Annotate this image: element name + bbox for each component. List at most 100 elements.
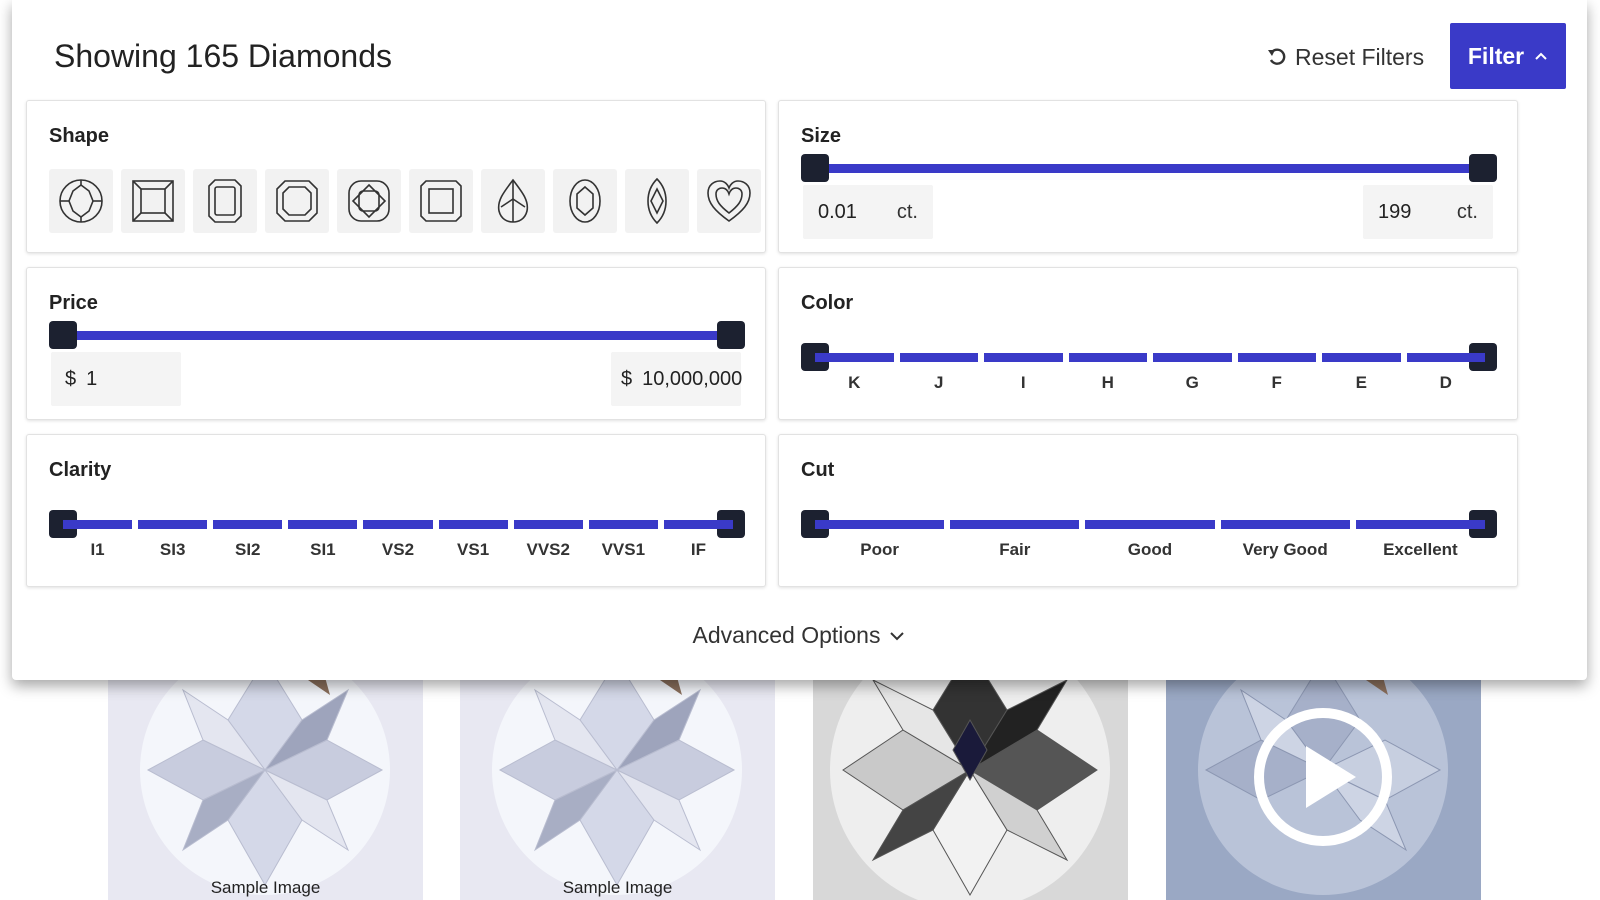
shape-title: Shape: [49, 125, 110, 147]
diamond-image: [830, 650, 1110, 900]
price-min-handle[interactable]: [49, 321, 77, 349]
size-slider-track[interactable]: [815, 164, 1485, 173]
clarity-segment[interactable]: [138, 520, 208, 529]
oval-shape-icon: [569, 179, 601, 223]
price-min-field[interactable]: $ 1: [51, 352, 181, 406]
size-min-value: 0.01: [818, 200, 857, 223]
play-video-icon[interactable]: [1248, 702, 1398, 852]
filter-toggle-button[interactable]: Filter: [1450, 23, 1566, 89]
pear-shape-icon: [497, 178, 529, 223]
clarity-segment[interactable]: [438, 520, 508, 529]
shape-marquise[interactable]: [625, 169, 689, 233]
diamond-card-2[interactable]: Sample Image: [460, 650, 775, 900]
cut-segment[interactable]: [1220, 520, 1350, 529]
cut-segment[interactable]: [1085, 520, 1215, 529]
price-min-value: 1: [86, 367, 98, 390]
cut-grade-label: Excellent: [1383, 540, 1458, 559]
shape-princess[interactable]: [121, 169, 185, 233]
size-max-handle[interactable]: [1469, 154, 1497, 182]
price-max-field[interactable]: $ 10,000,000: [611, 352, 742, 406]
clarity-grade-label: I1: [90, 540, 105, 559]
color-grade-label: G: [1185, 373, 1199, 392]
clarity-title: Clarity: [49, 459, 112, 481]
cut-grade-label: Fair: [999, 540, 1031, 559]
size-min-handle[interactable]: [801, 154, 829, 182]
color-grade-label: D: [1439, 373, 1452, 392]
cut-title: Cut: [801, 459, 835, 481]
diamond-card-4[interactable]: [1166, 650, 1481, 900]
price-min-currency: $: [65, 367, 77, 390]
diamond-image: [140, 650, 390, 895]
diamond-card-3[interactable]: [813, 650, 1128, 900]
round-shape-icon: [59, 179, 103, 223]
clarity-segment[interactable]: [63, 520, 133, 529]
color-segment[interactable]: [1068, 353, 1147, 362]
size-filter: Size 0.01 ct. 199 ct.: [778, 100, 1518, 253]
clarity-segment[interactable]: [513, 520, 583, 529]
shape-options: [49, 169, 761, 233]
size-max-unit: ct.: [1456, 200, 1478, 223]
clarity-segment[interactable]: [588, 520, 658, 529]
color-segment[interactable]: [984, 353, 1063, 362]
shape-pear[interactable]: [481, 169, 545, 233]
color-title: Color: [801, 292, 854, 314]
size-max-value: 199: [1378, 200, 1412, 223]
price-filter: Price $ 1 $ 10,000,000: [26, 267, 766, 420]
filter-panel: Showing 165 Diamonds Reset Filters Filte…: [12, 0, 1587, 680]
reset-filters-label: Reset Filters: [1295, 44, 1425, 70]
clarity-grade-label: SI1: [310, 540, 336, 559]
clarity-segment[interactable]: [288, 520, 358, 529]
color-segment[interactable]: [1153, 353, 1232, 362]
cut-segment[interactable]: [950, 520, 1080, 529]
price-max-handle[interactable]: [717, 321, 745, 349]
results-count-title: Showing 165 Diamonds: [54, 38, 392, 74]
reset-filters-button[interactable]: Reset Filters: [1267, 44, 1424, 71]
cut-segment[interactable]: [815, 520, 945, 529]
diamond-card-1[interactable]: Sample Image: [108, 650, 423, 900]
radiant-shape-icon: [420, 180, 462, 222]
color-grade-label: I: [1020, 373, 1026, 392]
advanced-options-label: Advanced Options: [692, 622, 881, 648]
cut-grade-label: Very Good: [1242, 540, 1328, 559]
size-title: Size: [801, 125, 842, 147]
color-grade-label: K: [848, 373, 861, 392]
color-segment[interactable]: [899, 353, 978, 362]
color-grade-label: E: [1355, 373, 1367, 392]
shape-cushion[interactable]: [337, 169, 401, 233]
clarity-segment[interactable]: [663, 520, 733, 529]
price-slider-track[interactable]: [63, 331, 733, 340]
reset-icon: [1268, 48, 1286, 65]
clarity-grade-label: IF: [690, 540, 706, 559]
shape-radiant[interactable]: [409, 169, 473, 233]
princess-shape-icon: [132, 180, 174, 222]
color-segment[interactable]: [815, 353, 894, 362]
marquise-shape-icon: [647, 177, 667, 225]
clarity-grade-label: SI2: [235, 540, 261, 559]
shape-oval[interactable]: [553, 169, 617, 233]
cut-segment[interactable]: [1355, 520, 1485, 529]
shape-round[interactable]: [49, 169, 113, 233]
color-segment[interactable]: [1322, 353, 1401, 362]
color-segment[interactable]: [1237, 353, 1316, 362]
cut-grade-label: Good: [1127, 540, 1173, 559]
color-segment[interactable]: [1406, 353, 1485, 362]
shape-emerald[interactable]: [193, 169, 257, 233]
clarity-grade-label: VVS1: [601, 540, 646, 559]
clarity-segment[interactable]: [363, 520, 433, 529]
advanced-options-toggle[interactable]: Advanced Options: [12, 622, 1587, 649]
cut-filter: Cut Poor Fair Good Very Good Excellent: [778, 434, 1518, 587]
size-min-field[interactable]: 0.01 ct.: [803, 185, 933, 239]
sample-image-label: Sample Image: [562, 878, 673, 897]
chevron-down-icon: [890, 631, 905, 640]
shape-asscher[interactable]: [265, 169, 329, 233]
size-max-field[interactable]: 199 ct.: [1363, 185, 1493, 239]
price-title: Price: [49, 292, 98, 314]
shape-heart[interactable]: [697, 169, 761, 233]
clarity-grade-label: VVS2: [526, 540, 570, 559]
clarity-segment[interactable]: [213, 520, 283, 529]
clarity-grade-label: VS1: [457, 540, 490, 559]
shape-filter: Shape: [26, 100, 766, 253]
size-min-unit: ct.: [896, 200, 918, 223]
color-filter: Color K J I H G F E D: [778, 267, 1518, 420]
sample-image-label: Sample Image: [210, 878, 321, 897]
